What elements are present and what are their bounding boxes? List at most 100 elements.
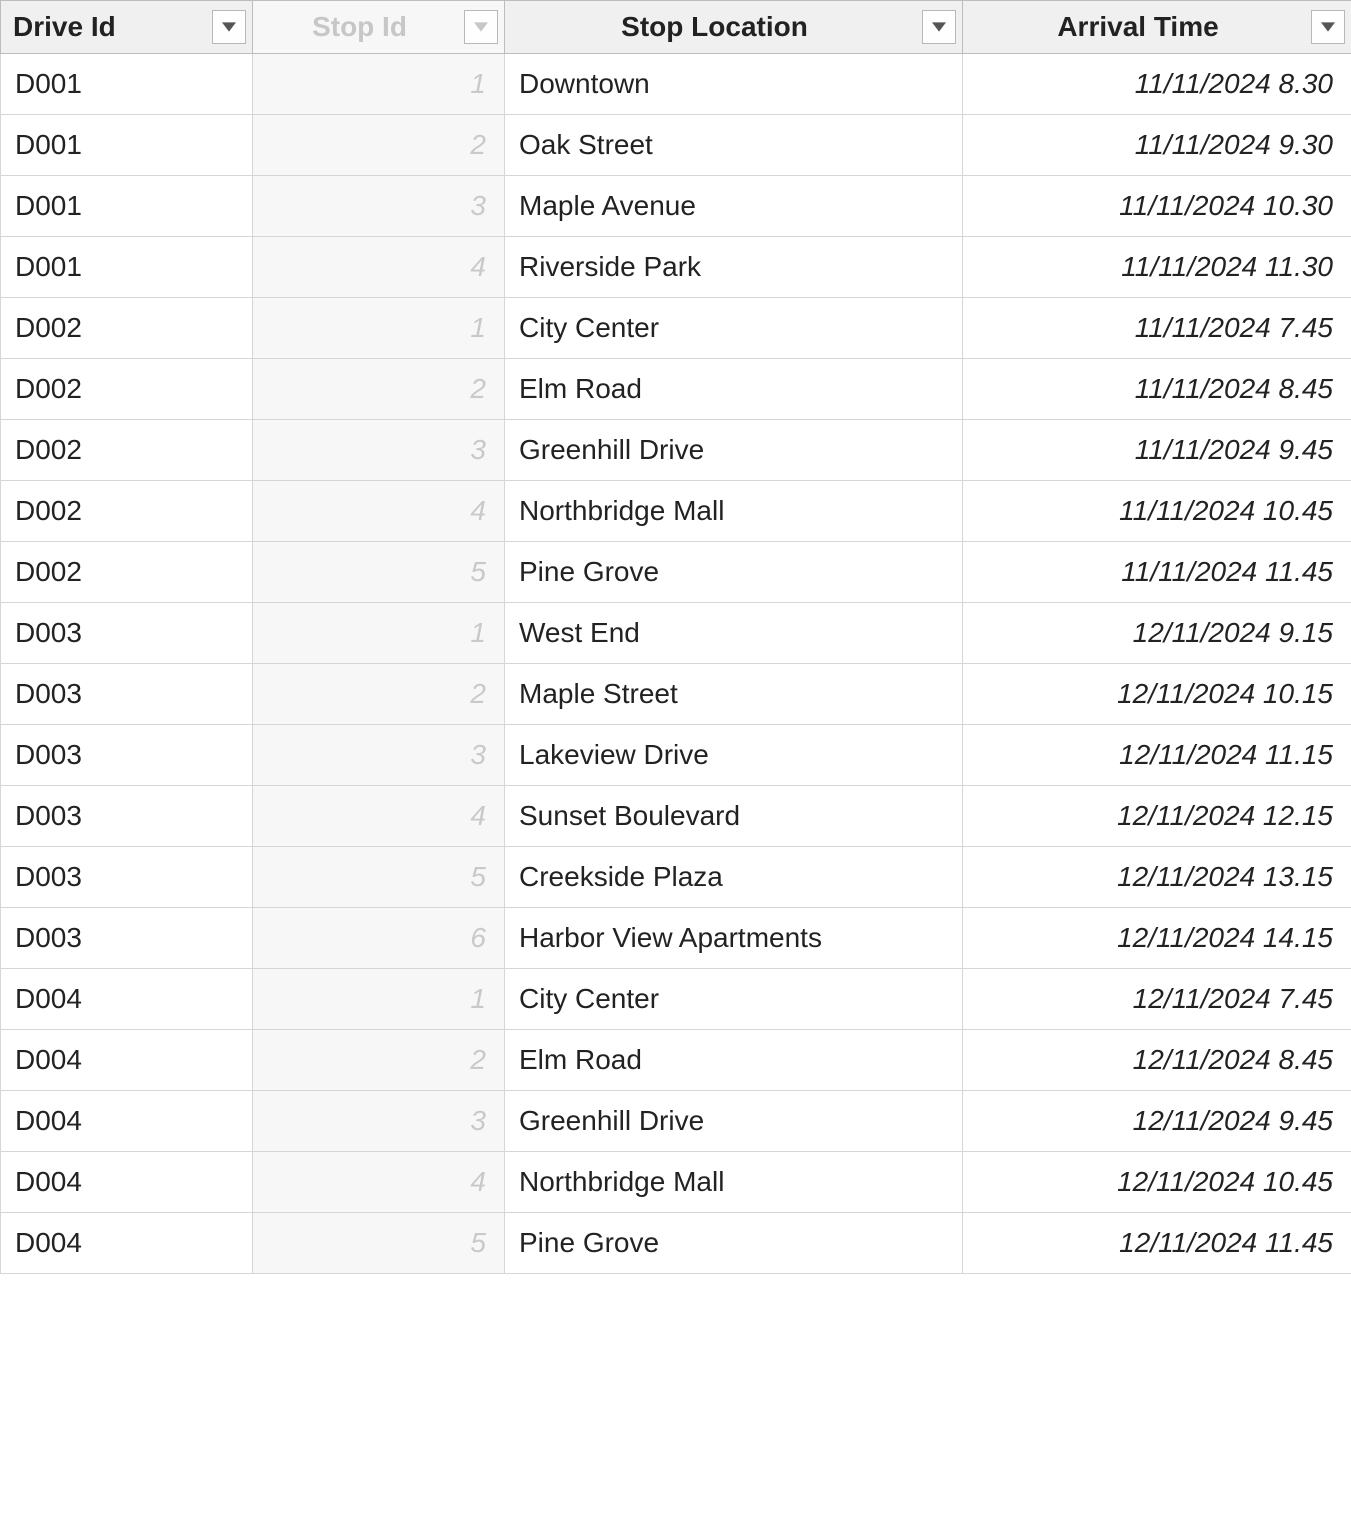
cell-stop-location: Northbridge Mall xyxy=(505,1152,963,1213)
cell-stop-location: Sunset Boulevard xyxy=(505,786,963,847)
table-row[interactable]: D0013Maple Avenue11/11/2024 10.30 xyxy=(1,176,1351,237)
table-row[interactable]: D0043Greenhill Drive12/11/2024 9.45 xyxy=(1,1091,1351,1152)
table-row[interactable]: D0045Pine Grove12/11/2024 11.45 xyxy=(1,1213,1351,1274)
table-row[interactable]: D0024Northbridge Mall11/11/2024 10.45 xyxy=(1,481,1351,542)
header-arrival-time[interactable]: Arrival Time xyxy=(963,1,1351,54)
cell-arrival-time: 12/11/2024 9.45 xyxy=(963,1091,1351,1152)
cell-stop-id: 6 xyxy=(253,908,505,969)
cell-drive-id: D002 xyxy=(1,481,253,542)
table-row[interactable]: D0041City Center12/11/2024 7.45 xyxy=(1,969,1351,1030)
cell-drive-id: D001 xyxy=(1,115,253,176)
cell-stop-location: Elm Road xyxy=(505,359,963,420)
table-row[interactable]: D0044Northbridge Mall12/11/2024 10.45 xyxy=(1,1152,1351,1213)
cell-stop-location: Lakeview Drive xyxy=(505,725,963,786)
cell-stop-location: Maple Avenue xyxy=(505,176,963,237)
cell-stop-location: Oak Street xyxy=(505,115,963,176)
table-body: D0011Downtown11/11/2024 8.30D0012Oak Str… xyxy=(1,54,1351,1274)
cell-arrival-time: 11/11/2024 9.30 xyxy=(963,115,1351,176)
header-label-stop-location: Stop Location xyxy=(517,11,950,43)
cell-arrival-time: 11/11/2024 11.45 xyxy=(963,542,1351,603)
filter-button-arrival-time[interactable] xyxy=(1311,10,1345,44)
table-row[interactable]: D0022Elm Road11/11/2024 8.45 xyxy=(1,359,1351,420)
table-row[interactable]: D0031West End12/11/2024 9.15 xyxy=(1,603,1351,664)
table-row[interactable]: D0012Oak Street11/11/2024 9.30 xyxy=(1,115,1351,176)
cell-stop-location: Pine Grove xyxy=(505,1213,963,1274)
header-row: Drive Id Stop Id Stop Location xyxy=(1,1,1351,54)
cell-drive-id: D003 xyxy=(1,664,253,725)
chevron-down-icon xyxy=(932,22,946,32)
cell-drive-id: D003 xyxy=(1,725,253,786)
cell-drive-id: D003 xyxy=(1,603,253,664)
cell-stop-id: 3 xyxy=(253,420,505,481)
cell-stop-location: Maple Street xyxy=(505,664,963,725)
cell-stop-location: West End xyxy=(505,603,963,664)
cell-stop-id: 4 xyxy=(253,481,505,542)
chevron-down-icon xyxy=(222,22,236,32)
cell-drive-id: D004 xyxy=(1,969,253,1030)
header-label-stop-id: Stop Id xyxy=(265,11,492,43)
cell-arrival-time: 11/11/2024 7.45 xyxy=(963,298,1351,359)
cell-drive-id: D002 xyxy=(1,420,253,481)
header-drive-id[interactable]: Drive Id xyxy=(1,1,253,54)
cell-arrival-time: 11/11/2024 9.45 xyxy=(963,420,1351,481)
cell-stop-id: 2 xyxy=(253,1030,505,1091)
filter-button-stop-location[interactable] xyxy=(922,10,956,44)
cell-drive-id: D002 xyxy=(1,542,253,603)
header-stop-id[interactable]: Stop Id xyxy=(253,1,505,54)
cell-stop-id: 2 xyxy=(253,664,505,725)
table-row[interactable]: D0042Elm Road12/11/2024 8.45 xyxy=(1,1030,1351,1091)
cell-stop-id: 3 xyxy=(253,176,505,237)
cell-stop-id: 4 xyxy=(253,1152,505,1213)
cell-arrival-time: 11/11/2024 8.30 xyxy=(963,54,1351,115)
header-stop-location[interactable]: Stop Location xyxy=(505,1,963,54)
cell-arrival-time: 12/11/2024 14.15 xyxy=(963,908,1351,969)
cell-stop-id: 4 xyxy=(253,786,505,847)
table-row[interactable]: D0021City Center11/11/2024 7.45 xyxy=(1,298,1351,359)
cell-stop-id: 3 xyxy=(253,1091,505,1152)
cell-stop-location: Greenhill Drive xyxy=(505,420,963,481)
cell-stop-id: 2 xyxy=(253,115,505,176)
cell-stop-id: 1 xyxy=(253,969,505,1030)
table-row[interactable]: D0011Downtown11/11/2024 8.30 xyxy=(1,54,1351,115)
table-row[interactable]: D0023Greenhill Drive11/11/2024 9.45 xyxy=(1,420,1351,481)
cell-arrival-time: 12/11/2024 13.15 xyxy=(963,847,1351,908)
cell-stop-location: Elm Road xyxy=(505,1030,963,1091)
table-row[interactable]: D0025Pine Grove11/11/2024 11.45 xyxy=(1,542,1351,603)
cell-stop-location: Creekside Plaza xyxy=(505,847,963,908)
header-label-arrival-time: Arrival Time xyxy=(975,11,1339,43)
cell-drive-id: D001 xyxy=(1,176,253,237)
cell-drive-id: D004 xyxy=(1,1091,253,1152)
cell-stop-location: City Center xyxy=(505,298,963,359)
cell-arrival-time: 11/11/2024 8.45 xyxy=(963,359,1351,420)
data-table-container: Drive Id Stop Id Stop Location xyxy=(0,0,1351,1274)
table-row[interactable]: D0032Maple Street12/11/2024 10.15 xyxy=(1,664,1351,725)
table-row[interactable]: D0036Harbor View Apartments12/11/2024 14… xyxy=(1,908,1351,969)
cell-stop-id: 2 xyxy=(253,359,505,420)
cell-arrival-time: 12/11/2024 9.15 xyxy=(963,603,1351,664)
cell-drive-id: D004 xyxy=(1,1152,253,1213)
cell-drive-id: D003 xyxy=(1,847,253,908)
filter-button-stop-id[interactable] xyxy=(464,10,498,44)
cell-drive-id: D002 xyxy=(1,359,253,420)
cell-arrival-time: 11/11/2024 10.45 xyxy=(963,481,1351,542)
cell-drive-id: D003 xyxy=(1,908,253,969)
cell-stop-location: Pine Grove xyxy=(505,542,963,603)
cell-arrival-time: 12/11/2024 8.45 xyxy=(963,1030,1351,1091)
table-row[interactable]: D0034Sunset Boulevard12/11/2024 12.15 xyxy=(1,786,1351,847)
table-row[interactable]: D0033Lakeview Drive12/11/2024 11.15 xyxy=(1,725,1351,786)
filter-button-drive-id[interactable] xyxy=(212,10,246,44)
cell-stop-id: 1 xyxy=(253,298,505,359)
cell-stop-id: 4 xyxy=(253,237,505,298)
cell-stop-id: 3 xyxy=(253,725,505,786)
cell-stop-id: 1 xyxy=(253,54,505,115)
header-label-drive-id: Drive Id xyxy=(13,11,240,43)
cell-arrival-time: 12/11/2024 10.45 xyxy=(963,1152,1351,1213)
cell-stop-location: City Center xyxy=(505,969,963,1030)
cell-stop-id: 1 xyxy=(253,603,505,664)
table-row[interactable]: D0035Creekside Plaza12/11/2024 13.15 xyxy=(1,847,1351,908)
cell-arrival-time: 11/11/2024 11.30 xyxy=(963,237,1351,298)
cell-arrival-time: 12/11/2024 7.45 xyxy=(963,969,1351,1030)
table-row[interactable]: D0014Riverside Park11/11/2024 11.30 xyxy=(1,237,1351,298)
cell-stop-location: Riverside Park xyxy=(505,237,963,298)
cell-drive-id: D001 xyxy=(1,237,253,298)
